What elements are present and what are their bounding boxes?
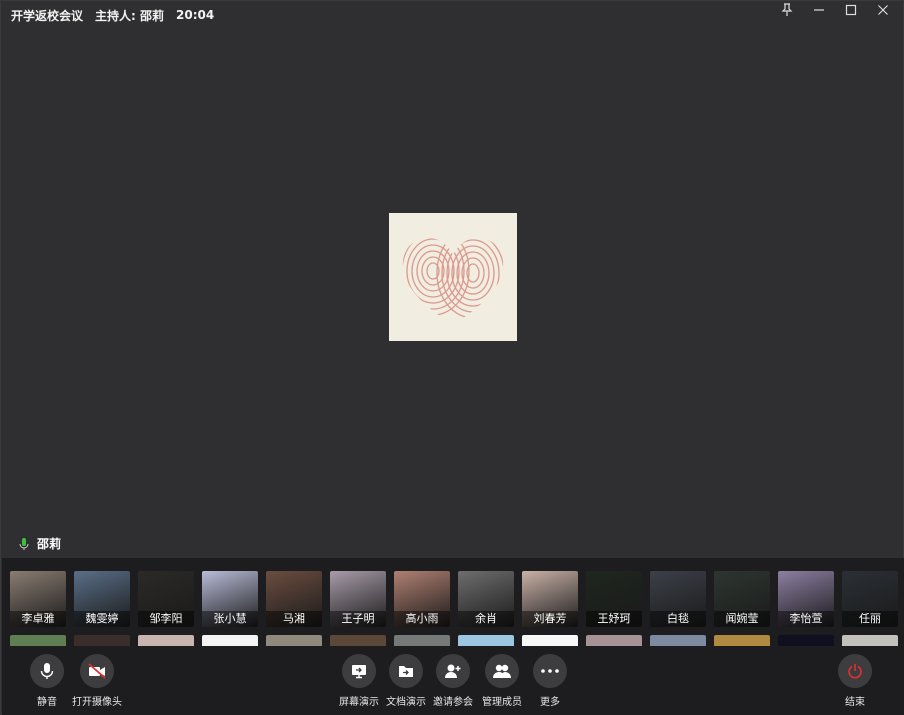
- minimize-icon[interactable]: [803, 1, 835, 19]
- participant-tile[interactable]: 余肖: [458, 571, 514, 627]
- main-video-area[interactable]: [2, 29, 904, 529]
- participant-tile[interactable]: [842, 635, 898, 646]
- fingerprint-heart-image: [389, 213, 517, 341]
- more-label: 更多: [540, 697, 560, 708]
- pin-icon[interactable]: [771, 1, 803, 19]
- window-controls: [771, 1, 899, 19]
- participant-tile[interactable]: 马湘: [266, 571, 322, 627]
- screen-share-icon: [342, 654, 376, 688]
- participant-name: 刘春芳: [522, 611, 578, 627]
- participant-tile[interactable]: [778, 635, 834, 646]
- participant-tile[interactable]: 王子明: [330, 571, 386, 627]
- participant-tile[interactable]: 刘春芳: [522, 571, 578, 627]
- participant-name: 李卓雅: [10, 611, 66, 627]
- mic-icon: [17, 537, 31, 551]
- participant-tile[interactable]: 任丽: [842, 571, 898, 627]
- participant-name: 马湘: [266, 611, 322, 627]
- screen-share-button[interactable]: 屏幕演示: [339, 654, 379, 708]
- end-meeting-label: 结束: [845, 697, 865, 708]
- participant-tile[interactable]: 王妤珂: [586, 571, 642, 627]
- participant-tile[interactable]: 邹李阳: [138, 571, 194, 627]
- mute-label: 静音: [37, 697, 57, 708]
- end-meeting-button[interactable]: 结束: [838, 654, 872, 708]
- mic-icon: [30, 654, 64, 688]
- invite-label: 邀请参会: [433, 697, 473, 708]
- participant-name: 高小雨: [394, 611, 450, 627]
- participant-tile[interactable]: [330, 635, 386, 646]
- participant-name: 闻婉莹: [714, 611, 770, 627]
- participant-tile[interactable]: [138, 635, 194, 646]
- power-icon: [838, 654, 872, 688]
- participant-tile[interactable]: [394, 635, 450, 646]
- participant-tile[interactable]: 李怡萱: [778, 571, 834, 627]
- participant-tile[interactable]: 张小慧: [202, 571, 258, 627]
- camera-off-icon: [80, 654, 114, 688]
- participant-tile[interactable]: 闻婉莹: [714, 571, 770, 627]
- manage-members-button[interactable]: 管理成员: [482, 654, 522, 708]
- camera-button[interactable]: 打开摄像头: [72, 654, 122, 708]
- screen-share-label: 屏幕演示: [339, 697, 379, 708]
- doc-share-button[interactable]: 文档演示: [386, 654, 426, 708]
- participant-name: 邹李阳: [138, 611, 194, 627]
- participant-tile[interactable]: [522, 635, 578, 646]
- participant-tile[interactable]: 白毯: [650, 571, 706, 627]
- more-icon: [533, 654, 567, 688]
- active-speaker-name: 邵莉: [37, 537, 62, 551]
- participant-name: 余肖: [458, 611, 514, 627]
- participant-name: 李怡萱: [778, 611, 834, 627]
- doc-share-label: 文档演示: [386, 697, 426, 708]
- meeting-name: 开学返校会议: [11, 8, 84, 23]
- participant-tile[interactable]: [714, 635, 770, 646]
- participant-tile[interactable]: [74, 635, 130, 646]
- meeting-window: 开学返校会议 主持人: 邵莉 20:04 邵莉 李卓雅 魏雯婷 邹李阳 张小慧 …: [0, 0, 904, 715]
- participant-tile[interactable]: [458, 635, 514, 646]
- document-icon: [389, 654, 423, 688]
- members-icon: [485, 654, 519, 688]
- more-button[interactable]: 更多: [533, 654, 567, 708]
- participant-tile[interactable]: [10, 635, 66, 646]
- add-person-icon: [436, 654, 470, 688]
- participant-name: 白毯: [650, 611, 706, 627]
- manage-members-label: 管理成员: [482, 697, 522, 708]
- participant-tile[interactable]: [586, 635, 642, 646]
- bottom-toolbar: 静音 打开摄像头 屏幕演示 文档演示 邀请参会 管理成员 更多 结束: [2, 646, 904, 715]
- meeting-time: 20:04: [176, 8, 215, 22]
- participant-tile[interactable]: [266, 635, 322, 646]
- participant-tile[interactable]: [650, 635, 706, 646]
- maximize-icon[interactable]: [835, 1, 867, 19]
- camera-label: 打开摄像头: [72, 697, 122, 708]
- participant-name: 任丽: [842, 611, 898, 627]
- close-icon[interactable]: [867, 1, 899, 19]
- participant-strip: 李卓雅 魏雯婷 邹李阳 张小慧 马湘 王子明 高小雨 余肖 刘春芳 王妤珂 白毯 闻婉莹 李怡萱 任丽: [2, 558, 904, 646]
- participant-tile[interactable]: 高小雨: [394, 571, 450, 627]
- active-speaker: 邵莉: [17, 535, 61, 552]
- participant-name: 张小慧: [202, 611, 258, 627]
- participant-tile[interactable]: 李卓雅: [10, 571, 66, 627]
- mute-button[interactable]: 静音: [30, 654, 64, 708]
- host-label: 主持人: 邵莉: [95, 8, 164, 23]
- participant-tile[interactable]: [202, 635, 258, 646]
- title-bar: 开学返校会议 主持人: 邵莉 20:04: [1, 1, 904, 29]
- participant-name: 王子明: [330, 611, 386, 627]
- participant-name: 王妤珂: [586, 611, 642, 627]
- participant-tile[interactable]: 魏雯婷: [74, 571, 130, 627]
- invite-button[interactable]: 邀请参会: [433, 654, 473, 708]
- participant-name: 魏雯婷: [74, 611, 130, 627]
